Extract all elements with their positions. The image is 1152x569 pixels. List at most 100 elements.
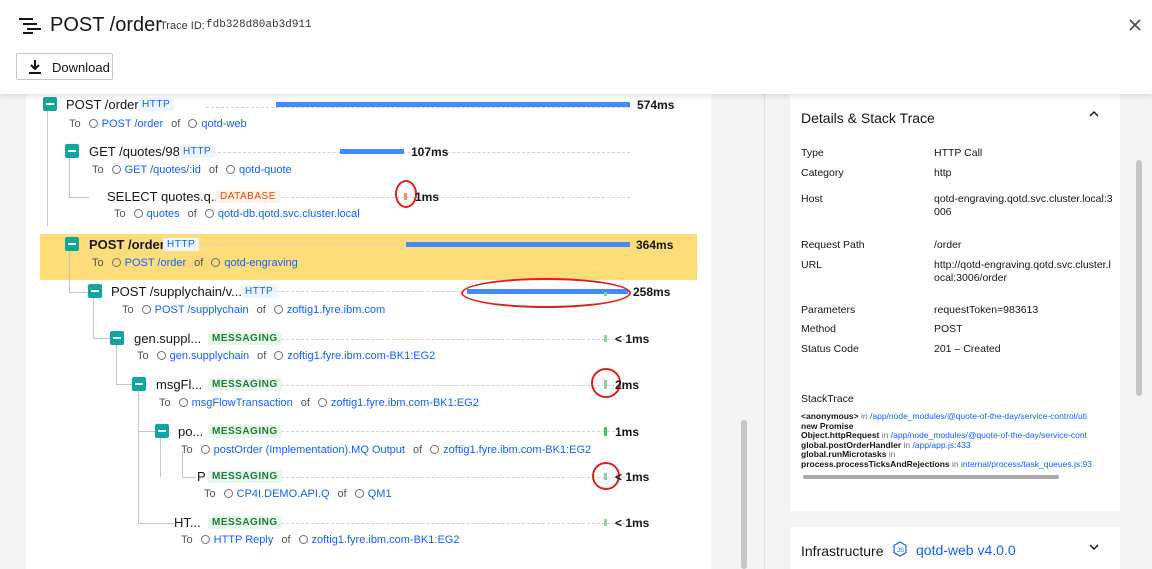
endpoint-link[interactable]: postOrder (Implementation).MQ Output bbox=[214, 444, 405, 456]
span-name[interactable]: msgFl... bbox=[156, 377, 202, 392]
endpoint-link[interactable]: POST /supplychain bbox=[155, 304, 249, 316]
span-type-badge: MESSAGING bbox=[208, 378, 282, 391]
collapse-button[interactable] bbox=[110, 331, 124, 345]
endpoint-icon bbox=[111, 165, 121, 174]
span-duration: 2ms bbox=[615, 378, 640, 392]
span-type-badge: HTTP bbox=[179, 145, 216, 158]
trace-id-label: Trace ID: bbox=[160, 20, 205, 32]
span-name[interactable]: po... bbox=[178, 424, 203, 439]
endpoint-icon bbox=[200, 535, 210, 544]
span-type-badge: HTTP bbox=[241, 285, 278, 298]
stacktrace-title: StackTrace bbox=[801, 393, 854, 405]
span-duration-bar bbox=[276, 102, 630, 107]
service-icon bbox=[317, 398, 327, 407]
span-type-badge: MESSAGING bbox=[208, 516, 282, 529]
details-panel: Details & Stack Trace Type HTTP Call Cat… bbox=[790, 94, 1120, 511]
details-scrollbar[interactable] bbox=[1136, 160, 1142, 396]
collapse-button[interactable] bbox=[88, 284, 102, 298]
service-link[interactable]: zoftig1.fyre.ibm.com bbox=[287, 304, 385, 316]
download-button[interactable]: Download bbox=[16, 53, 113, 80]
span-name[interactable]: GET /quotes/98 bbox=[89, 144, 180, 159]
service-icon bbox=[273, 305, 283, 314]
endpoint-icon bbox=[88, 119, 98, 128]
span-duration: 107ms bbox=[411, 145, 449, 159]
service-link[interactable]: zoftig1.fyre.ibm.com-BK1:EG2 bbox=[331, 397, 479, 409]
nodejs-icon: JS bbox=[893, 541, 907, 557]
endpoint-link[interactable]: msgFlowTransaction bbox=[192, 397, 293, 409]
collapse-button[interactable] bbox=[132, 377, 146, 391]
service-link[interactable]: qotd-quote bbox=[239, 164, 292, 176]
trace-id-value: fdb328d80ab3d911 bbox=[206, 19, 312, 31]
endpoint-link[interactable]: POST /order bbox=[102, 118, 164, 130]
download-icon bbox=[29, 60, 41, 74]
span-duration-bar bbox=[406, 242, 630, 247]
infrastructure-section[interactable]: Infrastructure JS qotd-web v4.0.0 bbox=[790, 527, 1120, 569]
endpoint-link[interactable]: CP4I.DEMO.API.Q bbox=[237, 488, 330, 500]
download-label: Download bbox=[52, 60, 110, 75]
endpoint-link[interactable]: gen.supplychain bbox=[170, 350, 250, 362]
endpoint-icon bbox=[111, 258, 121, 267]
span-name[interactable]: gen.suppl... bbox=[134, 331, 201, 346]
collapse-button[interactable] bbox=[65, 237, 79, 251]
service-icon bbox=[226, 165, 236, 174]
collapse-button[interactable] bbox=[155, 424, 169, 438]
service-link[interactable]: zoftig1.fyre.ibm.com-BK1:EG2 bbox=[443, 444, 591, 456]
service-icon bbox=[430, 445, 440, 454]
span-type-badge: DATABASE bbox=[216, 190, 280, 203]
span-name[interactable]: HT... bbox=[174, 515, 201, 530]
span-tree-scrollbar[interactable] bbox=[741, 420, 747, 569]
span-duration: 1ms bbox=[615, 425, 640, 439]
chevron-up-icon[interactable] bbox=[1088, 108, 1100, 120]
infrastructure-link[interactable]: qotd-web v4.0.0 bbox=[916, 542, 1016, 558]
service-icon bbox=[298, 535, 308, 544]
collapse-button[interactable] bbox=[65, 144, 79, 158]
span-duration: 258ms bbox=[633, 285, 671, 299]
span-type-badge: MESSAGING bbox=[208, 470, 282, 483]
endpoint-link[interactable]: quotes bbox=[147, 208, 180, 220]
close-icon[interactable] bbox=[1126, 16, 1144, 34]
span-name[interactable]: POST /order bbox=[89, 237, 165, 252]
span-duration: 1ms bbox=[415, 190, 440, 204]
endpoint-icon bbox=[133, 209, 143, 218]
stacktrace: <anonymous> in /app/node_modules/@quote-… bbox=[801, 412, 1092, 469]
trace-icon bbox=[19, 18, 41, 34]
span-name[interactable]: POST /supplychain/v... bbox=[111, 284, 242, 299]
endpoint-icon bbox=[223, 489, 233, 498]
span-duration-bar bbox=[340, 149, 404, 154]
span-type-badge: MESSAGING bbox=[208, 332, 282, 345]
service-link[interactable]: qotd-db.qotd.svc.cluster.local bbox=[218, 208, 360, 220]
span-duration-bar bbox=[604, 335, 607, 342]
endpoint-icon bbox=[141, 305, 151, 314]
trace-header: POST /order Trace ID: fdb328d80ab3d911 D… bbox=[0, 0, 1152, 94]
span-duration-bar bbox=[604, 427, 607, 436]
span-tree: POST /order HTTP 574ms To POST /order of qo… bbox=[26, 94, 711, 569]
service-link[interactable]: zoftig1.fyre.ibm.com-BK1:EG2 bbox=[312, 534, 460, 546]
span-name[interactable]: P bbox=[197, 469, 206, 484]
span-duration: < 1ms bbox=[615, 332, 650, 346]
span-duration-bar bbox=[604, 519, 607, 526]
endpoint-link[interactable]: POST /order bbox=[125, 257, 187, 269]
endpoint-link[interactable]: GET /quotes/:id bbox=[125, 164, 201, 176]
span-type-badge: MESSAGING bbox=[208, 425, 282, 438]
service-icon bbox=[274, 351, 284, 360]
service-link[interactable]: qotd-web bbox=[201, 118, 246, 130]
service-link[interactable]: QM1 bbox=[368, 488, 392, 500]
span-name[interactable]: POST /order bbox=[66, 97, 139, 112]
service-icon bbox=[204, 209, 214, 218]
endpoint-icon bbox=[200, 445, 210, 454]
endpoint-link[interactable]: HTTP Reply bbox=[214, 534, 274, 546]
endpoint-icon bbox=[178, 398, 188, 407]
chevron-down-icon[interactable] bbox=[1088, 541, 1100, 553]
span-duration: < 1ms bbox=[615, 516, 650, 530]
collapse-button[interactable] bbox=[43, 97, 57, 111]
svg-text:JS: JS bbox=[897, 548, 904, 554]
stacktrace-scrollbar[interactable] bbox=[803, 475, 1059, 479]
highlight-ring bbox=[461, 278, 631, 308]
span-name[interactable]: SELECT quotes.q... bbox=[107, 189, 222, 204]
service-link[interactable]: qotd-engraving bbox=[224, 257, 297, 269]
service-icon bbox=[354, 489, 364, 498]
endpoint-icon bbox=[156, 351, 166, 360]
highlight-ring bbox=[395, 180, 417, 208]
page-title: POST /order bbox=[50, 14, 162, 36]
service-link[interactable]: zoftig1.fyre.ibm.com-BK1:EG2 bbox=[287, 350, 435, 362]
